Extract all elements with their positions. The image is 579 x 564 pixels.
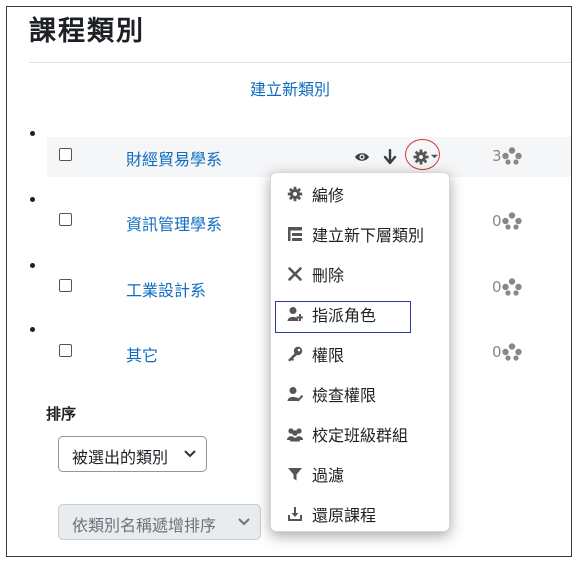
category-checkbox[interactable]	[59, 344, 72, 357]
menu-item-label: 權限	[312, 346, 345, 365]
list-bullet	[30, 131, 35, 136]
menu-item-edit[interactable]: 編修	[271, 178, 449, 210]
category-checkbox[interactable]	[59, 279, 72, 292]
chevron-down-icon	[184, 450, 196, 458]
category-management-panel: 課程類別 建立新類別 財經貿易學系 3 資訊管理學系 0 工業設計系 0 其它 …	[6, 6, 572, 557]
courses-icon	[502, 343, 522, 361]
courses-icon	[502, 212, 522, 230]
menu-item-label: 編修	[312, 186, 345, 205]
list-bullet	[30, 327, 35, 332]
focus-outline	[275, 301, 411, 333]
category-name[interactable]: 其它	[126, 342, 158, 366]
menu-item-create-subcategory[interactable]: 建立新下層類別	[271, 218, 449, 250]
menu-item-filter[interactable]: 過濾	[271, 458, 449, 490]
menu-item-label: 建立新下層類別	[312, 226, 425, 245]
create-category-link[interactable]: 建立新類別	[250, 76, 330, 100]
category-name[interactable]: 資訊管理學系	[126, 211, 222, 235]
courses-icon	[502, 278, 522, 296]
menu-item-label: 過濾	[312, 466, 345, 485]
menu-item-label: 還原課程	[312, 506, 377, 525]
filter-icon	[288, 468, 302, 481]
menu-item-cohorts[interactable]: 校定班級群組	[271, 418, 449, 450]
page-title: 課程類別	[29, 16, 145, 47]
category-checkbox[interactable]	[59, 213, 72, 226]
select-value: 依類別名稱遞增排序	[72, 516, 217, 535]
eye-icon[interactable]	[354, 149, 370, 165]
menu-item-label: 檢查權限	[312, 386, 377, 405]
list-bullet	[30, 197, 35, 202]
menu-item-label: 校定班級群組	[312, 426, 409, 445]
category-name[interactable]: 工業設計系	[126, 277, 206, 301]
subcategory-icon	[288, 227, 302, 241]
title-divider	[29, 62, 571, 63]
check-permission-icon	[287, 387, 303, 402]
course-count: 0	[492, 278, 502, 296]
category-row: 財經貿易學系 3	[47, 137, 571, 177]
restore-icon	[288, 507, 302, 521]
menu-item-check-permissions[interactable]: 檢查權限	[271, 378, 449, 410]
category-name[interactable]: 財經貿易學系	[126, 146, 222, 170]
sort-label: 排序	[46, 405, 77, 423]
menu-item-label: 刪除	[312, 266, 345, 285]
gear-highlight-circle	[405, 139, 440, 170]
list-bullet	[30, 263, 35, 268]
menu-item-delete[interactable]: 刪除	[271, 258, 449, 290]
move-down-icon[interactable]	[382, 149, 398, 165]
menu-item-restore-course[interactable]: 還原課程	[271, 498, 449, 530]
course-count: 0	[492, 212, 502, 230]
select-value: 被選出的類別	[72, 448, 169, 467]
delete-x-icon	[288, 267, 302, 281]
category-actions-menu: 編修 建立新下層類別 刪除 指派角色 權限 檢查權限 校定班級群組 過濾 還原課…	[270, 172, 450, 532]
course-count: 0	[492, 343, 502, 361]
sort-order-select: 依類別名稱遞增排序	[58, 504, 261, 540]
course-count: 3	[492, 147, 502, 165]
cog-icon	[287, 186, 303, 202]
category-checkbox[interactable]	[59, 148, 72, 161]
category-scope-select[interactable]: 被選出的類別	[58, 436, 207, 472]
courses-icon	[502, 147, 522, 165]
key-icon	[288, 346, 303, 362]
menu-item-permissions[interactable]: 權限	[271, 338, 449, 370]
cohort-icon	[287, 428, 303, 442]
chevron-down-icon	[238, 518, 250, 526]
